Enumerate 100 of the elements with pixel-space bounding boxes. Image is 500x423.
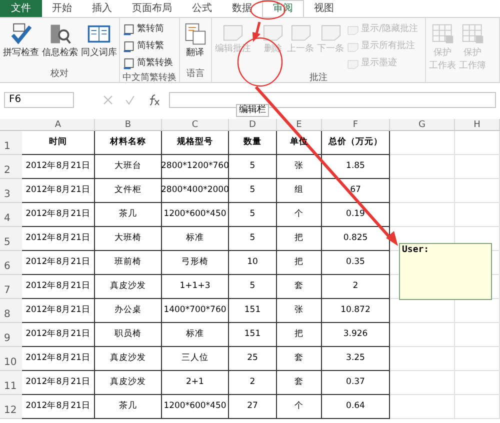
table-cell: 职员椅 — [114, 328, 142, 341]
column-header[interactable]: D — [229, 119, 277, 130]
table-cell: 2012年8月21日 — [26, 280, 90, 293]
table-cell: 张 — [294, 160, 304, 173]
row-header[interactable]: 4 — [0, 203, 22, 227]
row-header[interactable]: 3 — [0, 179, 22, 203]
table-cell: 5 — [250, 184, 256, 197]
table-cell: 个 — [294, 400, 304, 413]
row-header[interactable]: 12 — [0, 395, 22, 419]
cancel-icon[interactable] — [103, 95, 113, 105]
table-cell: 套 — [294, 376, 304, 389]
empty-cell[interactable] — [455, 323, 500, 347]
empty-cell[interactable] — [390, 347, 455, 371]
row-header[interactable]: 7 — [0, 275, 22, 299]
file-menu-button[interactable]: 文件 — [0, 0, 42, 17]
check-icon[interactable] — [125, 95, 135, 105]
row-header[interactable]: 9 — [0, 323, 22, 347]
ribbon-tab[interactable]: 开始 — [42, 0, 82, 17]
column-header[interactable]: E — [277, 119, 322, 130]
row-header[interactable]: 6 — [0, 251, 22, 275]
column-header[interactable]: H — [455, 119, 500, 130]
table-cell: 把 — [294, 256, 304, 269]
name-box[interactable]: F6 — [4, 92, 74, 108]
ribbon-button[interactable]: 简转繁 — [123, 39, 173, 55]
ribbon-button[interactable]: 简繁转换 — [123, 56, 173, 72]
ribbon-tab[interactable]: 视图 — [304, 0, 344, 17]
empty-cell[interactable] — [390, 203, 455, 227]
column-header[interactable]: F — [322, 119, 390, 130]
function-icon[interactable] — [147, 94, 161, 106]
table-cell: 1200*600*450 — [164, 208, 226, 221]
table-cell: 套 — [294, 280, 304, 293]
ribbon-tab[interactable]: 公式 — [182, 0, 222, 17]
row-header[interactable]: 5 — [0, 227, 22, 251]
empty-cell[interactable] — [390, 131, 455, 155]
table-cell: 2012年8月21日 — [26, 184, 90, 197]
group-label: 校对 — [50, 68, 70, 81]
empty-cell[interactable] — [390, 179, 455, 203]
table-cell: 3.25 — [346, 352, 365, 365]
empty-cell[interactable] — [455, 179, 500, 203]
note-icon — [290, 22, 312, 42]
table-cell: 办公桌 — [114, 304, 142, 317]
table-cell: 2012年8月21日 — [26, 256, 90, 269]
empty-cell[interactable] — [455, 131, 500, 155]
row-header[interactable]: 10 — [0, 347, 22, 371]
ribbon-button[interactable]: 同义词库 — [81, 22, 117, 68]
table-cell: 2 — [250, 376, 256, 389]
ribbon-tab[interactable]: 页面布局 — [122, 0, 182, 17]
table-cell: 标准 — [186, 328, 204, 341]
ribbon-button[interactable]: 翻译 — [183, 22, 207, 68]
comment-tooltip[interactable]: User: — [399, 243, 492, 300]
group-label: 语言 — [186, 68, 206, 81]
empty-cell[interactable] — [455, 203, 500, 227]
comment-author: User: — [402, 245, 430, 256]
table-cell: 1400*700*760 — [164, 304, 226, 317]
translate-icon — [183, 22, 207, 46]
ribbon-button[interactable]: 信息检索 — [42, 22, 78, 68]
table-cell: 材料名称 — [110, 136, 146, 149]
table-cell: 三人位 — [182, 352, 208, 365]
ribbon-button[interactable]: 拼写检查 — [3, 22, 39, 68]
table-cell: 把 — [294, 328, 304, 341]
empty-cell[interactable] — [455, 395, 500, 419]
table-cell: 0.19 — [346, 208, 365, 221]
table-cell: 2+1 — [186, 376, 204, 389]
empty-cell[interactable] — [390, 395, 455, 419]
table-cell: 2 — [352, 280, 358, 293]
table-cell: 套 — [294, 352, 304, 365]
row-header[interactable]: 8 — [0, 299, 22, 323]
column-header[interactable]: C — [162, 119, 229, 130]
note-icon — [347, 41, 359, 53]
column-header[interactable]: B — [95, 119, 162, 130]
table-cell: 真皮沙发 — [110, 280, 146, 293]
empty-cell[interactable] — [390, 323, 455, 347]
row-header[interactable]: 1 — [0, 131, 22, 155]
book-search-icon — [48, 22, 72, 46]
column-header[interactable]: G — [390, 119, 455, 130]
ribbon-tab[interactable]: 插入 — [82, 0, 122, 17]
ribbon-button[interactable]: 繁转简 — [123, 22, 173, 38]
table-cell: 2012年8月21日 — [26, 304, 90, 317]
empty-cell[interactable] — [390, 155, 455, 179]
table-cell: 27 — [247, 400, 258, 413]
table-cell: 弓形椅 — [182, 256, 208, 269]
table-cell: 67 — [350, 184, 361, 197]
ribbon-tab[interactable]: 数据 — [222, 0, 262, 17]
empty-cell[interactable] — [455, 155, 500, 179]
table-cell: 2012年8月21日 — [26, 160, 90, 173]
empty-cell[interactable] — [455, 347, 500, 371]
table-cell: 真皮沙发 — [110, 352, 146, 365]
row-header[interactable]: 11 — [0, 371, 22, 395]
note-icon — [320, 22, 342, 42]
table-cell: 时间 — [49, 136, 67, 149]
table-cell: 张 — [294, 304, 304, 317]
table-cell: 0.37 — [346, 376, 365, 389]
protect-sheet-icon — [430, 22, 454, 46]
column-header[interactable]: A — [22, 119, 95, 130]
group-label: 中文简繁转换 — [122, 72, 178, 85]
empty-cell[interactable] — [390, 371, 455, 395]
row-header[interactable]: 2 — [0, 155, 22, 179]
table-cell: 2012年8月21日 — [26, 208, 90, 221]
empty-cell[interactable] — [455, 371, 500, 395]
table-cell: 总价（万元） — [328, 136, 382, 149]
